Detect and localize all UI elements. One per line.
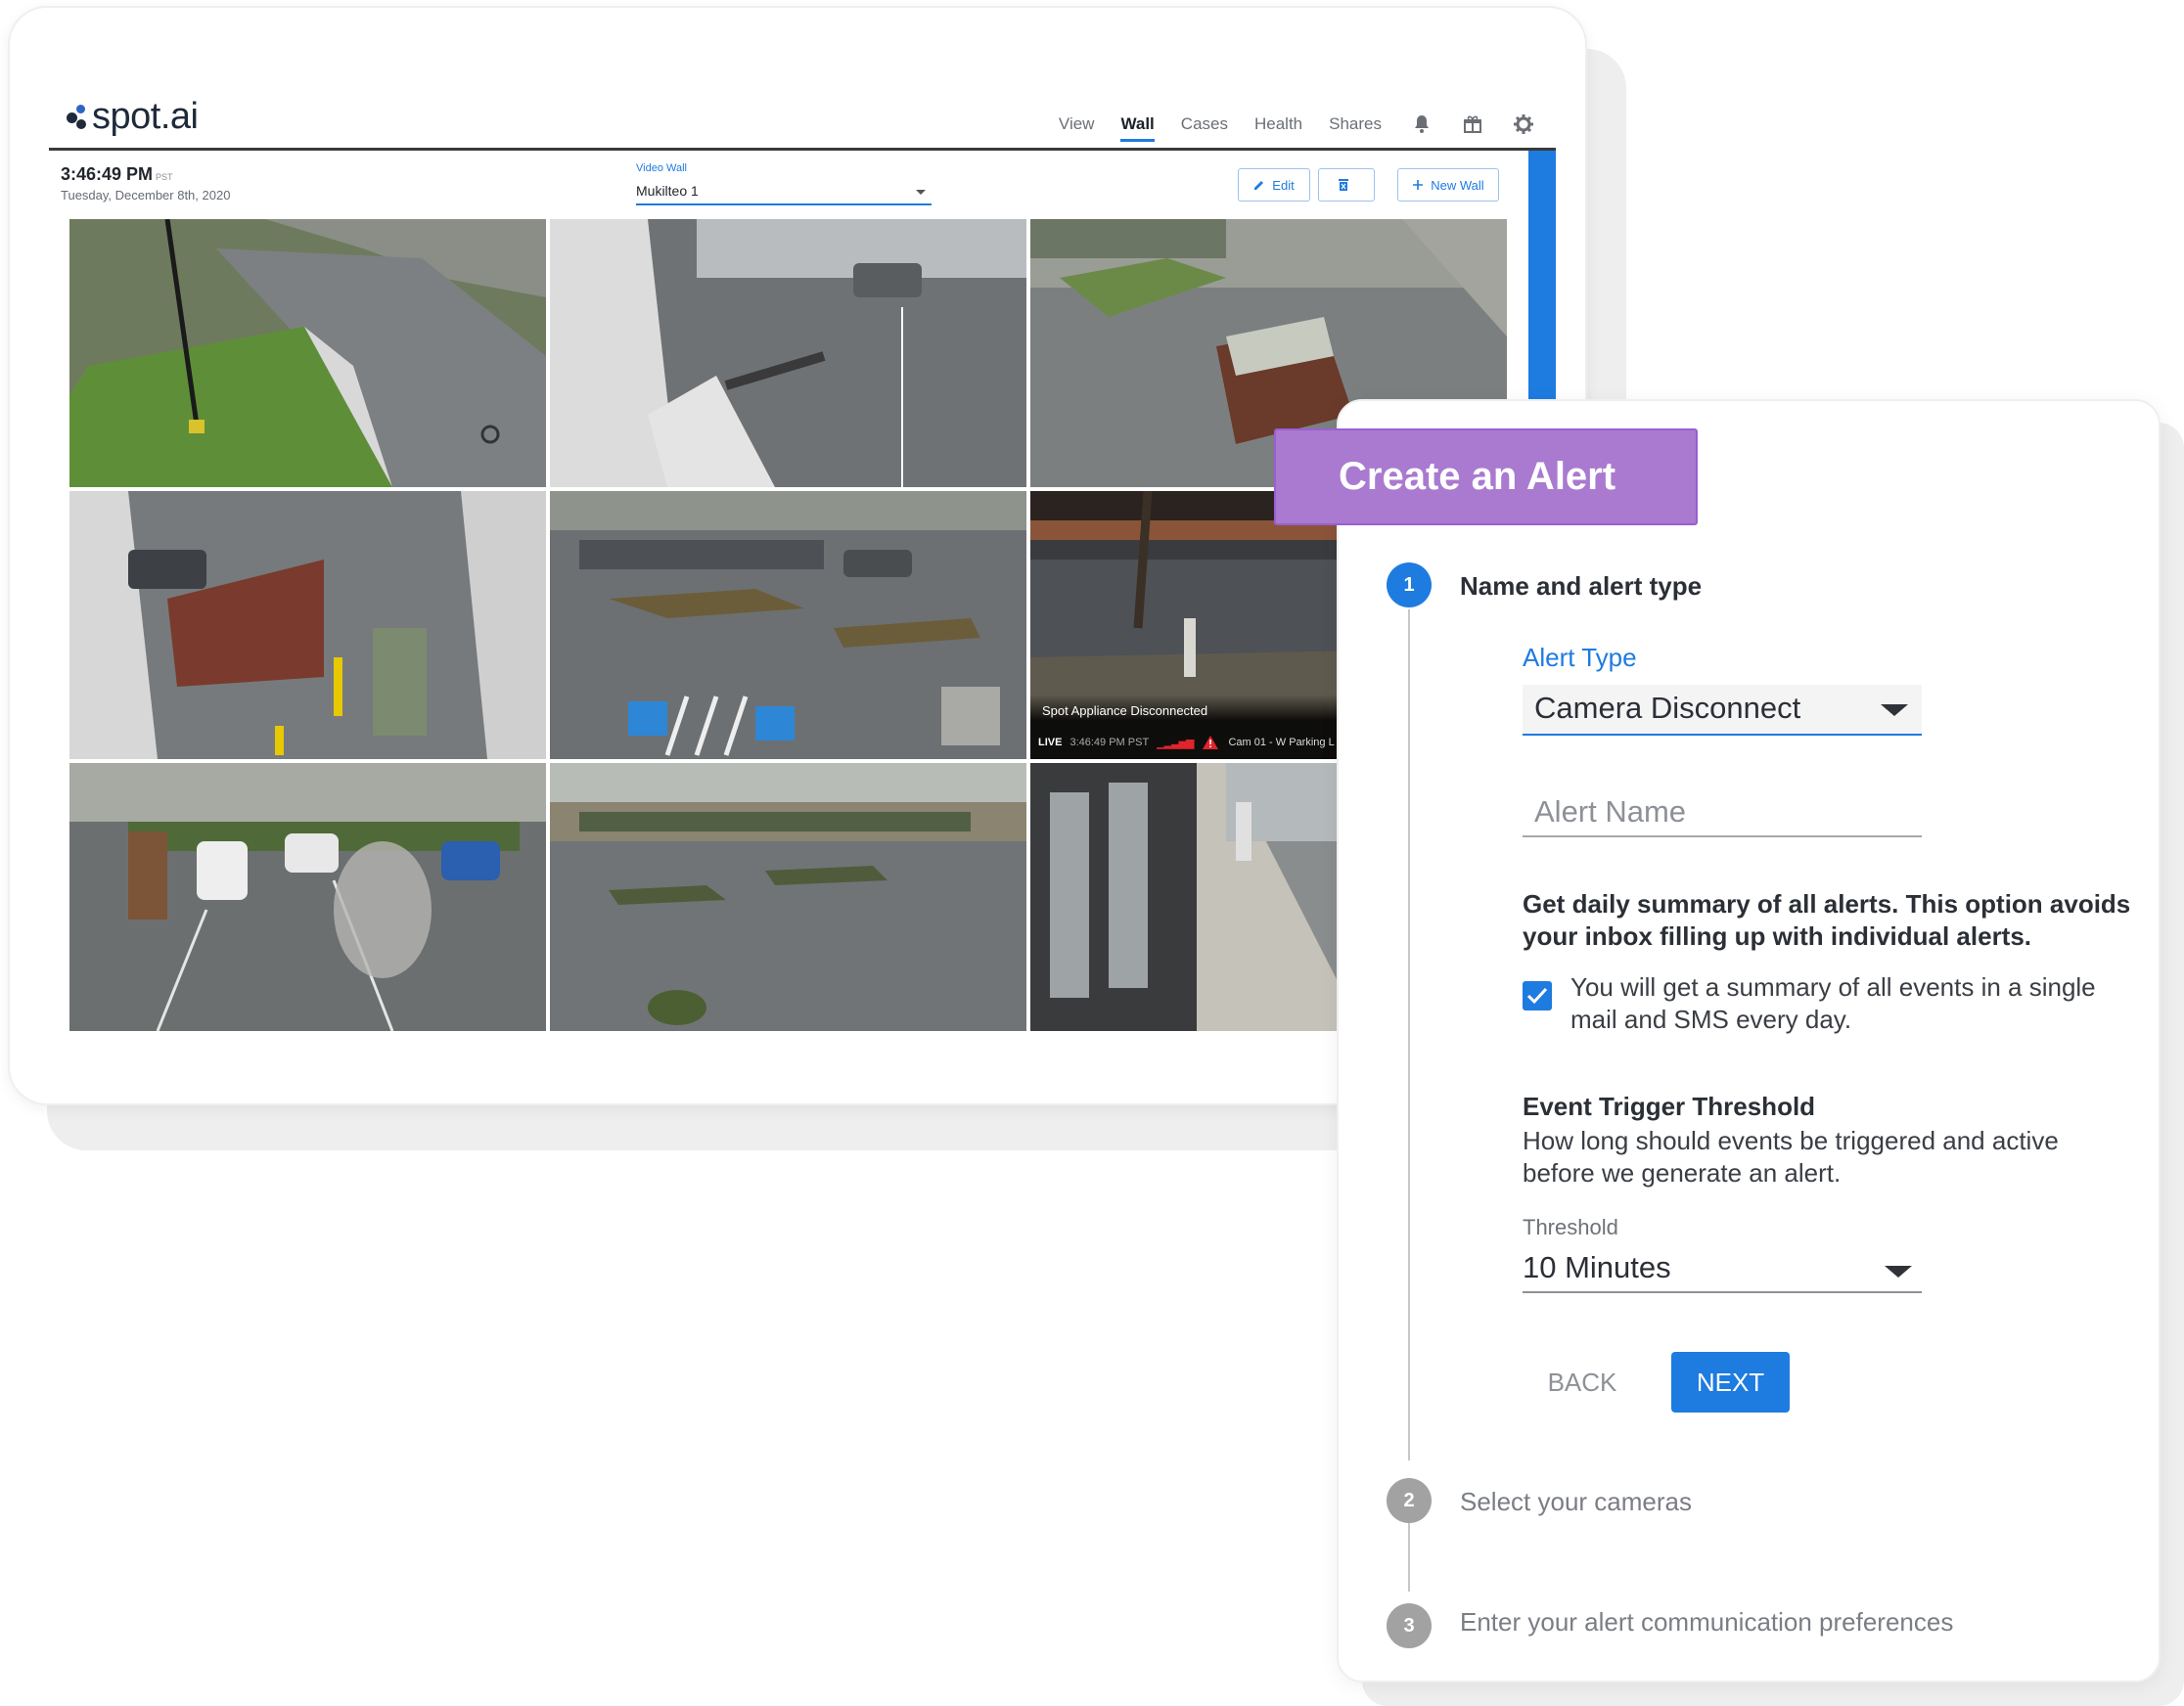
daily-summary-text: You will get a summary of all events in … <box>1570 972 2096 1034</box>
dropdown-caret-icon <box>1881 704 1908 716</box>
dropdown-caret-icon <box>916 190 926 195</box>
camera-time: 3:46:49 PM PST <box>1069 737 1150 748</box>
camera-feed-image <box>550 491 1026 759</box>
video-wall-select[interactable]: Mukilteo 1 <box>636 178 932 205</box>
panel-title: Create an Alert <box>1274 428 1698 525</box>
time-value: 3:46:49 PM <box>61 164 154 184</box>
step-3-indicator: 3 <box>1387 1603 1432 1648</box>
current-date: Tuesday, December 8th, 2020 <box>61 188 231 202</box>
back-button[interactable]: BACK <box>1526 1352 1638 1413</box>
camera-feed-image <box>69 219 546 487</box>
gift-box-icon[interactable] <box>1462 113 1483 135</box>
stage: spot.ai View Wall Cases Health Shares 3:… <box>0 0 2184 1706</box>
step-3-label[interactable]: Enter your alert communication preferenc… <box>1460 1607 1953 1638</box>
delete-button[interactable] <box>1318 168 1375 202</box>
alert-type-label: Alert Type <box>1523 643 1637 672</box>
dropdown-caret-icon <box>1885 1266 1912 1278</box>
edit-button[interactable]: Edit <box>1238 168 1310 202</box>
camera-tile[interactable] <box>550 763 1026 1031</box>
camera-name: Cam 01 - W Parking L <box>1228 737 1335 748</box>
camera-disconnect-status: Spot Appliance Disconnected <box>1042 703 1208 718</box>
checkmark-icon <box>1526 987 1548 1005</box>
alert-type-value: Camera Disconnect <box>1534 691 1801 725</box>
video-wall-label: Video Wall <box>636 162 687 174</box>
alert-name-input[interactable] <box>1523 788 1922 837</box>
threshold-select[interactable]: 10 Minutes <box>1523 1246 1922 1293</box>
nav-wall[interactable]: Wall <box>1120 114 1156 142</box>
camera-feed-image <box>550 219 1026 487</box>
new-wall-button[interactable]: New Wall <box>1397 168 1499 202</box>
camera-feed-image <box>69 491 546 759</box>
camera-tile[interactable] <box>69 219 546 487</box>
stepper-line <box>1408 1523 1410 1592</box>
nav-health[interactable]: Health <box>1254 114 1302 134</box>
pencil-icon <box>1254 181 1264 190</box>
video-wall-value: Mukilteo 1 <box>636 183 699 199</box>
top-nav: View Wall Cases Health Shares <box>1032 113 1534 142</box>
step-2-indicator: 2 <box>1387 1478 1432 1523</box>
edit-label: Edit <box>1272 177 1295 193</box>
current-time: 3:46:49 PM PST <box>61 164 173 185</box>
camera-feed-image <box>550 763 1026 1031</box>
trash-icon <box>1338 179 1348 191</box>
next-button[interactable]: NEXT <box>1671 1352 1790 1413</box>
gear-icon[interactable] <box>1513 113 1534 135</box>
step-1-indicator: 1 <box>1387 562 1432 607</box>
camera-tile[interactable] <box>550 219 1026 487</box>
app-header: spot.ai View Wall Cases Health Shares <box>49 88 1556 151</box>
daily-summary-heading: Get daily summary of all alerts. This op… <box>1523 889 2131 951</box>
camera-tile[interactable] <box>69 763 546 1031</box>
threshold-heading: Event Trigger Threshold <box>1523 1092 1816 1121</box>
logo-text: spot.ai <box>92 96 199 137</box>
camera-tile[interactable] <box>69 491 546 759</box>
step-1-label[interactable]: Name and alert type <box>1460 571 1702 602</box>
logo-mark-icon <box>67 103 88 132</box>
threshold-description: How long should events be triggered and … <box>1523 1126 2059 1188</box>
nav-view[interactable]: View <box>1059 114 1095 134</box>
daily-summary-checkbox[interactable] <box>1523 981 1552 1010</box>
bell-icon[interactable] <box>1411 113 1433 135</box>
step-2-label[interactable]: Select your cameras <box>1460 1487 1692 1517</box>
camera-feed-image <box>69 763 546 1031</box>
camera-tile[interactable] <box>550 491 1026 759</box>
scrollbar-thumb[interactable] <box>1528 151 1556 415</box>
new-wall-label: New Wall <box>1431 177 1484 193</box>
live-badge: LIVE <box>1038 737 1063 748</box>
camera-info-bar: LIVE 3:46:49 PM PST ▁▂▃▅▆ Cam 01 - W Par… <box>1038 736 1335 749</box>
threshold-value: 10 Minutes <box>1523 1250 1671 1284</box>
timezone: PST <box>156 172 173 182</box>
camera-grid: Spot Appliance Disconnected LIVE 3:46:49… <box>69 219 1508 1031</box>
spot-ai-logo[interactable]: spot.ai <box>67 96 199 138</box>
alert-type-select[interactable]: Camera Disconnect <box>1523 685 1922 736</box>
signal-bars-icon: ▁▂▃▅▆ <box>1157 737 1194 749</box>
warning-icon <box>1203 736 1219 749</box>
nav-shares[interactable]: Shares <box>1329 114 1382 134</box>
stepper-line <box>1408 609 1410 1460</box>
threshold-label: Threshold <box>1523 1215 1618 1239</box>
plus-icon <box>1413 180 1424 190</box>
nav-cases[interactable]: Cases <box>1181 114 1228 134</box>
